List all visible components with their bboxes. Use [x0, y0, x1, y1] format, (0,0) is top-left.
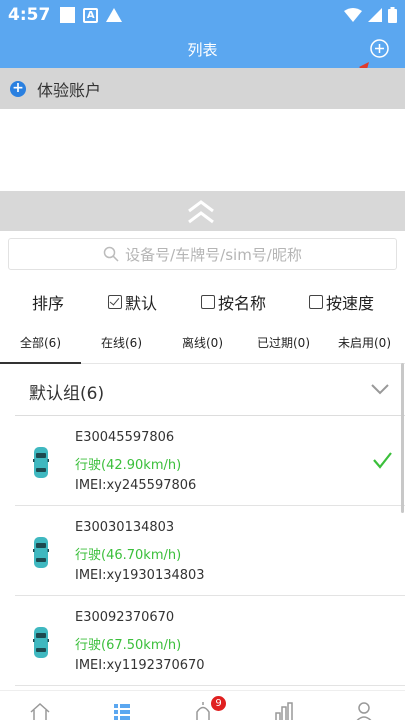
status-system-icons: [344, 7, 397, 23]
sort-by-name-label: 按名称: [218, 294, 267, 313]
sort-row: 排序 默认 按名称 按速度: [0, 289, 405, 315]
status-bar: 4:57 A: [0, 0, 405, 30]
tab-expired[interactable]: 已过期(0): [243, 327, 324, 364]
double-chevron-up-icon: [188, 200, 214, 224]
group-header[interactable]: 默认组(6): [15, 364, 405, 416]
checkbox-icon[interactable]: [201, 295, 215, 309]
vehicle-list-item[interactable]: E30030134803 行驶(46.70km/h) IMEI:xy193013…: [15, 506, 405, 596]
home-icon[interactable]: [29, 701, 51, 720]
vehicle-name: E30045597806: [75, 430, 175, 445]
vehicle-name: E30030134803: [75, 520, 175, 535]
chevron-down-icon: [371, 384, 389, 395]
search-placeholder: 设备号/车牌号/sim号/昵称: [125, 245, 302, 264]
bottom-nav: 9: [0, 690, 405, 720]
sort-label: 排序: [32, 294, 65, 313]
tab-all[interactable]: 全部(6): [0, 327, 81, 364]
account-header[interactable]: + 体验账户: [0, 68, 405, 109]
tab-offline[interactable]: 离线(0): [162, 327, 243, 364]
page-title: 列表: [187, 41, 218, 59]
vehicle-imei: IMEI:xy1192370670: [75, 658, 205, 673]
checkbox-checked-icon[interactable]: [108, 295, 122, 309]
account-name: 体验账户: [37, 80, 102, 100]
checkmark-icon: [373, 452, 392, 469]
expand-plus-icon[interactable]: +: [10, 80, 26, 97]
sort-by-speed-option[interactable]: 按速度: [309, 290, 374, 314]
warning-icon: [106, 8, 123, 22]
alarm-badge: 9: [211, 696, 226, 711]
profile-icon[interactable]: [353, 701, 375, 720]
app-screen: 4:57 A 列表 + 体验账户 设备号/车牌号/sim号/昵称 排序 默认 按…: [0, 0, 405, 720]
search-input[interactable]: 设备号/车牌号/sim号/昵称: [8, 238, 397, 270]
vehicle-imei: IMEI:xy245597806: [75, 478, 197, 493]
signal-icon: [368, 8, 382, 22]
add-circle-icon[interactable]: [369, 38, 390, 59]
group-name: 默认组(6): [29, 384, 105, 404]
status-tabs: 全部(6) 在线(6) 离线(0) 已过期(0) 未启用(0): [0, 327, 405, 364]
vehicle-list-item[interactable]: E30045597806 行驶(42.90km/h) IMEI:xy245597…: [15, 416, 405, 506]
wifi-icon: [344, 8, 362, 22]
checkbox-icon[interactable]: [309, 295, 323, 309]
panel-drag-handle[interactable]: [0, 191, 405, 231]
car-icon: [33, 627, 49, 658]
vehicle-status: 行驶(42.90km/h): [75, 458, 182, 473]
tab-inactive[interactable]: 未启用(0): [324, 327, 405, 364]
tab-online[interactable]: 在线(6): [81, 327, 162, 364]
device-list-panel: 设备号/车牌号/sim号/昵称 排序 默认 按名称 按速度 全部(6) 在线(6…: [0, 231, 405, 720]
stats-icon[interactable]: [273, 701, 295, 720]
vehicle-list-item[interactable]: E30092370670 行驶(67.50km/h) IMEI:xy119237…: [15, 596, 405, 686]
square-icon: [60, 7, 76, 23]
car-icon: [33, 447, 49, 478]
car-icon: [33, 537, 49, 568]
sort-by-name-option[interactable]: 按名称: [201, 290, 266, 314]
status-notification-icons: A: [60, 7, 123, 23]
a-icon: A: [83, 7, 99, 23]
sort-by-speed-label: 按速度: [326, 294, 375, 313]
vehicle-status: 行驶(46.70km/h): [75, 548, 182, 563]
search-icon: [103, 246, 119, 262]
status-time: 4:57: [8, 5, 51, 25]
list-scrollbar[interactable]: [401, 363, 404, 513]
vehicle-imei: IMEI:xy1930134803: [75, 568, 205, 583]
sort-default-option[interactable]: 默认: [108, 290, 157, 314]
sort-default-label: 默认: [125, 294, 158, 313]
battery-icon: [388, 7, 397, 23]
list-icon[interactable]: [111, 701, 133, 720]
vehicle-status: 行驶(67.50km/h): [75, 638, 182, 653]
vehicle-name: E30092370670: [75, 610, 175, 625]
content-blank-area: [0, 109, 405, 191]
